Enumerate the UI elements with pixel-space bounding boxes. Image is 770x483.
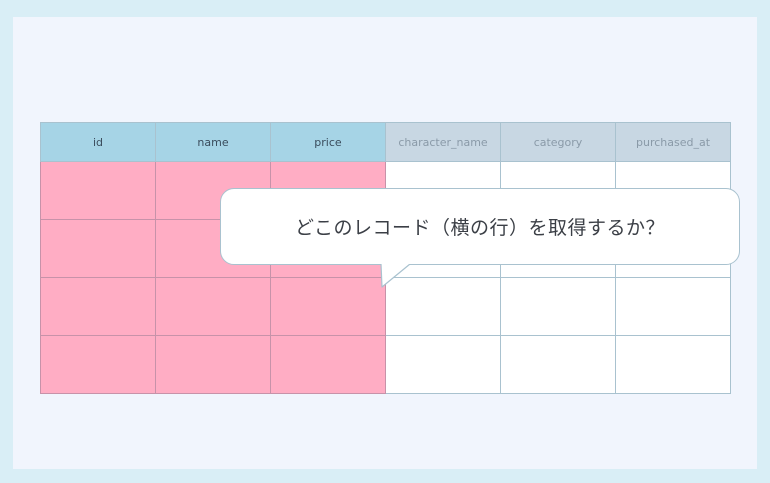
column-header-price: price: [270, 122, 386, 162]
table-cell: [270, 277, 386, 336]
table-cell: [500, 335, 616, 394]
speech-bubble-text: どこのレコード（横の行）を取得するか？: [295, 217, 665, 239]
table-cell: [40, 277, 156, 336]
column-header-category: category: [500, 122, 616, 162]
table-cell: [40, 335, 156, 394]
table-cell: [385, 335, 501, 394]
table-cell: [40, 161, 156, 220]
column-header-purchased-at: purchased_at: [615, 122, 731, 162]
table-cell: [270, 335, 386, 394]
table-cell: [615, 335, 731, 394]
table-header-row: id name price character_name category pu…: [40, 122, 731, 162]
speech-bubble: どこのレコード（横の行）を取得するか？: [220, 188, 740, 265]
table-cell: [155, 277, 271, 336]
column-header-name: name: [155, 122, 271, 162]
table-row: [40, 335, 731, 394]
speech-bubble-tail: [380, 261, 414, 288]
column-header-id: id: [40, 122, 156, 162]
table-cell: [615, 277, 731, 336]
table-cell: [500, 277, 616, 336]
table-cell: [155, 335, 271, 394]
column-header-character-name: character_name: [385, 122, 501, 162]
table-cell: [40, 219, 156, 278]
